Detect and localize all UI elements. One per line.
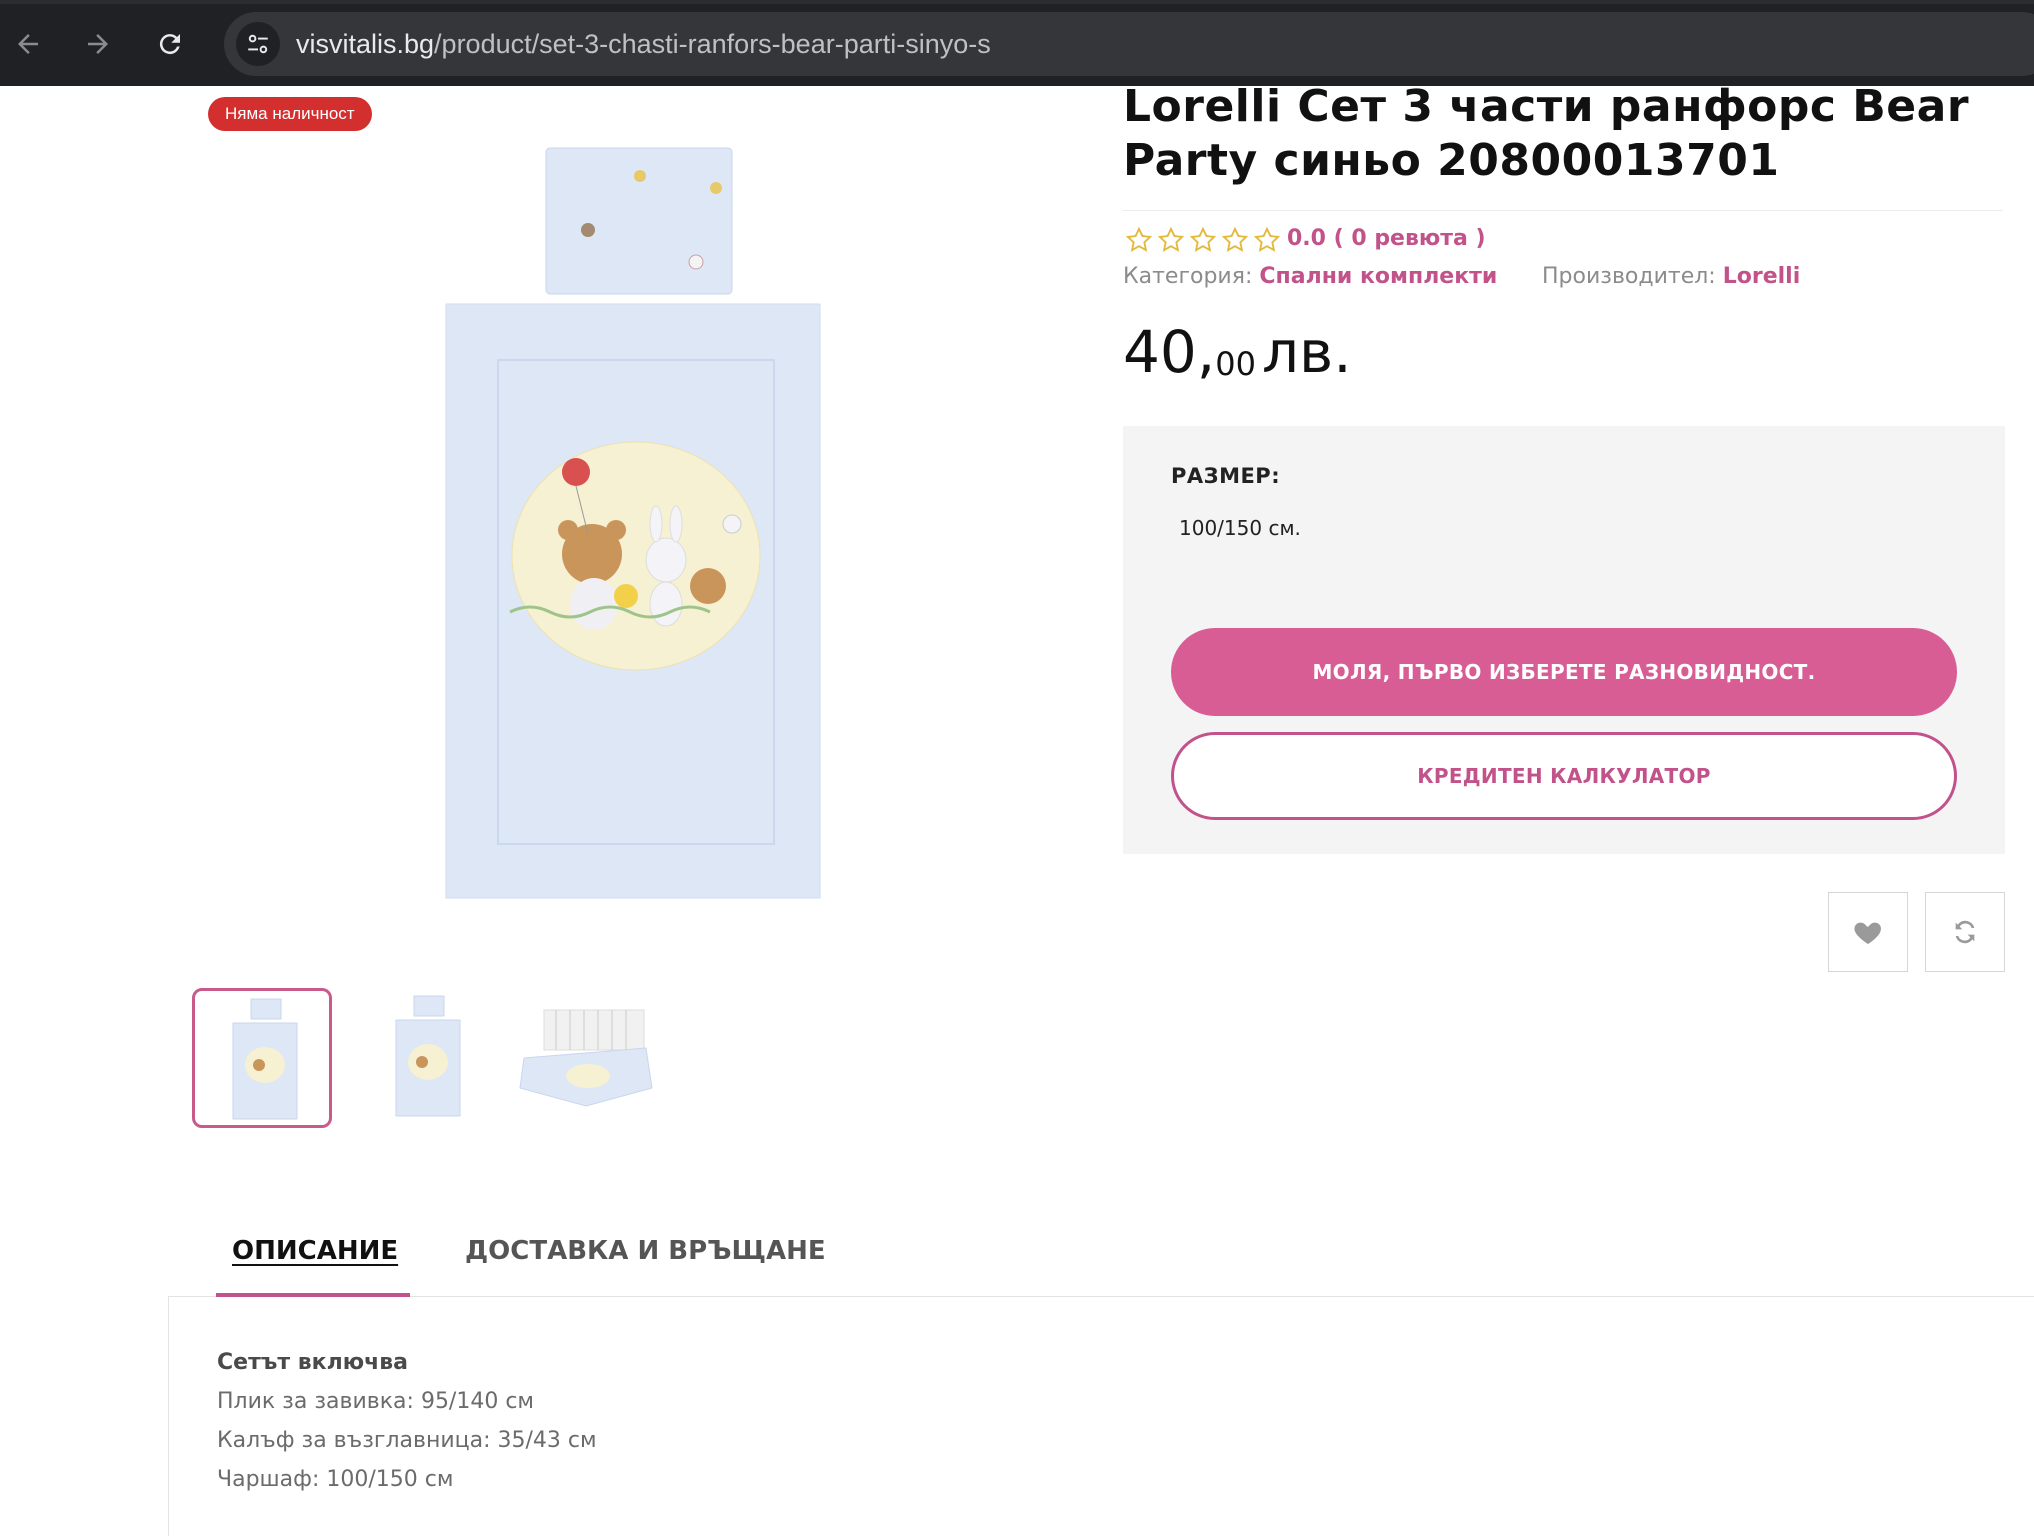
url-path: /product/set-3-chasti-ranfors-bear-parti… xyxy=(434,29,991,59)
active-tab-indicator xyxy=(216,1293,410,1297)
thumbnail-image xyxy=(232,998,298,1120)
description-line: Калъф за възглавница: 35/43 см xyxy=(217,1428,597,1453)
bedding-set-image xyxy=(445,147,821,899)
forward-button[interactable] xyxy=(76,22,120,66)
tab-description[interactable]: ОПИСАНИЕ xyxy=(232,1234,398,1268)
wishlist-button[interactable] xyxy=(1828,892,1908,972)
url-domain: visvitalis.bg xyxy=(296,29,435,59)
category-meta: Категория: Спални комплекти xyxy=(1123,262,1497,292)
thumbnail-image xyxy=(519,1009,653,1107)
manufacturer-label: Производител: xyxy=(1542,264,1716,289)
category-link[interactable]: Спални комплекти xyxy=(1259,264,1497,289)
size-option[interactable]: 100/150 см. xyxy=(1179,516,1301,540)
category-label: Категория: xyxy=(1123,264,1253,289)
rating-stars[interactable] xyxy=(1125,226,1281,254)
add-to-cart-button[interactable]: МОЛЯ, ПЪРВО ИЗБЕРЕТЕ РАЗНОВИДНОСТ. xyxy=(1171,628,1957,716)
description-line: Чаршаф: 100/150 см xyxy=(217,1467,454,1492)
size-label: РАЗМЕР: xyxy=(1171,464,1281,488)
star-outline-icon xyxy=(1253,226,1281,252)
product-price: 40,00 лв. xyxy=(1123,312,1352,392)
star-outline-icon xyxy=(1125,226,1153,252)
thumbnail-2[interactable] xyxy=(358,988,498,1128)
compare-icon xyxy=(1955,920,1975,944)
star-outline-icon xyxy=(1157,226,1185,252)
price-decimals: 00 xyxy=(1215,345,1256,383)
tune-icon xyxy=(248,34,268,54)
star-outline-icon xyxy=(1221,226,1249,252)
thumbnail-image xyxy=(395,995,461,1117)
product-main-image[interactable] xyxy=(440,142,826,902)
thumbnail-3[interactable] xyxy=(516,988,656,1128)
reload-icon xyxy=(159,34,180,55)
manufacturer-meta: Производител: Lorelli xyxy=(1542,262,1800,292)
heart-icon xyxy=(1854,922,1881,944)
url-text[interactable]: visvitalis.bg/product/set-3-chasti-ranfo… xyxy=(296,12,991,76)
arrow-right-icon xyxy=(88,34,108,54)
purchase-options-panel: РАЗМЕР: 100/150 см. МОЛЯ, ПЪРВО ИЗБЕРЕТЕ… xyxy=(1123,426,2005,854)
price-currency: лв. xyxy=(1261,318,1352,386)
manufacturer-link[interactable]: Lorelli xyxy=(1723,264,1801,289)
star-outline-icon xyxy=(1189,226,1217,252)
reload-button[interactable] xyxy=(148,22,192,66)
arrow-left-icon xyxy=(18,34,38,54)
back-button[interactable] xyxy=(6,22,50,66)
product-title: Lorelli Сет 3 части ранфорс Bear Party с… xyxy=(1123,81,1970,186)
tab-content-border xyxy=(168,1296,169,1536)
site-info-button[interactable] xyxy=(236,22,280,66)
thumbnail-1[interactable] xyxy=(192,988,332,1128)
description-line: Плик за завивка: 95/140 см xyxy=(217,1389,535,1414)
stock-badge: Няма наличност xyxy=(208,97,372,131)
compare-button[interactable] xyxy=(1925,892,2005,972)
browser-toolbar: visvitalis.bg/product/set-3-chasti-ranfo… xyxy=(0,0,2034,86)
price-integer: 40, xyxy=(1123,318,1216,386)
credit-calculator-button[interactable]: КРЕДИТЕН КАЛКУЛАТОР xyxy=(1171,732,1957,820)
reviews-link[interactable]: 0.0 ( 0 ревюта ) xyxy=(1287,224,1486,254)
description-heading: Сетът включва xyxy=(217,1350,408,1375)
title-divider xyxy=(1123,210,2003,211)
address-bar[interactable]: visvitalis.bg/product/set-3-chasti-ranfo… xyxy=(224,12,2034,76)
tabs-divider xyxy=(168,1296,2034,1297)
tab-shipping-returns[interactable]: ДОСТАВКА И ВРЪЩАНЕ xyxy=(465,1234,826,1268)
